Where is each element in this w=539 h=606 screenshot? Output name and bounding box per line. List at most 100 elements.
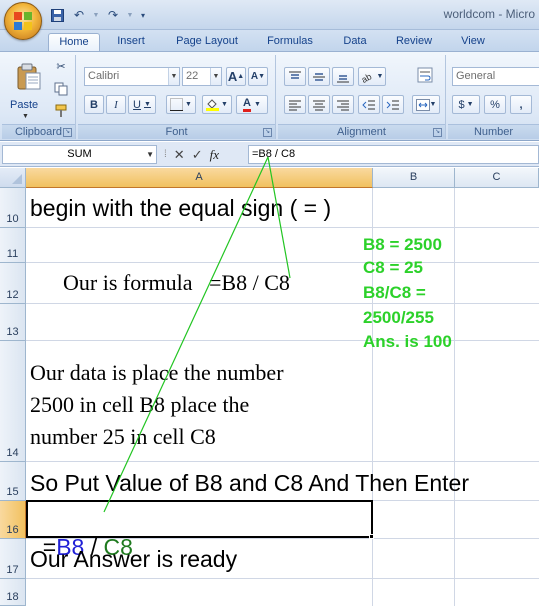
borders-icon (170, 98, 184, 111)
save-icon[interactable] (48, 7, 66, 23)
row-header-10[interactable]: 10 (0, 188, 26, 228)
column-header-a[interactable]: A (26, 168, 373, 188)
orientation-icon[interactable]: ab ▼ (358, 67, 386, 86)
name-box[interactable]: SUM ▼ (2, 145, 157, 164)
grid-line (26, 578, 539, 579)
clipboard-launcher-icon[interactable]: ↘ (63, 128, 72, 137)
column-header-b[interactable]: B (373, 168, 455, 188)
underline-button[interactable]: U ▼ (128, 95, 156, 114)
currency-button[interactable]: $ ▼ (452, 95, 480, 114)
tab-review[interactable]: Review (390, 33, 438, 51)
percent-button[interactable]: % (484, 95, 506, 114)
borders-button[interactable]: ▼ (166, 95, 196, 114)
align-center-icon[interactable] (308, 95, 330, 114)
cell-a14-line: 2500 in cell B8 place the (30, 392, 250, 417)
number-format-combo[interactable]: General (452, 67, 539, 86)
alignment-group-label: Alignment (278, 124, 445, 139)
grow-font-button[interactable]: A ▲ (226, 67, 246, 86)
shrink-font-button[interactable]: A ▼ (248, 67, 268, 86)
enter-icon[interactable]: ✓ (192, 147, 203, 163)
column-header-c[interactable]: C (455, 168, 539, 188)
row-header-18[interactable]: 18 (0, 579, 26, 606)
font-launcher-icon[interactable]: ↘ (263, 128, 272, 137)
office-button[interactable] (4, 2, 42, 40)
annotation-line: B8/C8 = (363, 283, 426, 302)
cell-a12[interactable]: Our is formula =B8 / C8 (63, 270, 290, 296)
cell-a14[interactable]: Our data is place the number 2500 in cel… (30, 357, 284, 453)
annotation-line: 2500/255 (363, 308, 434, 327)
tab-view[interactable]: View (454, 33, 492, 51)
fill-handle[interactable] (369, 534, 374, 539)
row-header-16[interactable]: 16 (0, 501, 26, 539)
ribbon-tabs: Home Insert Page Layout Formulas Data Re… (0, 30, 539, 51)
formula-input[interactable]: =B8 / C8 (248, 145, 539, 164)
comma-button[interactable]: , (510, 95, 532, 114)
fill-color-icon (206, 99, 220, 111)
number-group-label: Number (448, 124, 539, 139)
alignment-launcher-icon[interactable]: ↘ (433, 128, 442, 137)
row-header-13[interactable]: 13 (0, 304, 26, 341)
paste-label: Paste (10, 99, 39, 111)
clipboard-group: Paste ▼ ✂ Clipboard ↘ (2, 55, 76, 139)
font-size-combo[interactable]: 22 ▼ (182, 67, 222, 86)
font-group-label: Font (78, 124, 275, 139)
cell-a15[interactable]: So Put Value of B8 and C8 And Then Enter (30, 470, 469, 497)
row-header-11[interactable]: 11 (0, 228, 26, 263)
paste-dropdown-icon: ▼ (22, 113, 29, 120)
fill-color-button[interactable]: ▼ (202, 95, 232, 114)
cancel-icon[interactable]: ✕ (174, 147, 185, 163)
paste-icon (17, 63, 41, 90)
grid-line (26, 340, 539, 341)
chevron-down-icon: ▼ (168, 68, 179, 85)
cell-a17[interactable]: Our Answer is ready (30, 546, 237, 573)
customize-qat-icon[interactable]: ▾ (138, 7, 148, 23)
annotation-line: Ans. is 100 (363, 332, 452, 351)
tab-insert[interactable]: Insert (108, 33, 154, 51)
row-header-17[interactable]: 17 (0, 539, 26, 579)
italic-button[interactable]: I (106, 95, 126, 114)
increase-indent-icon[interactable] (382, 95, 404, 114)
merge-center-icon[interactable]: ▼ (412, 95, 440, 114)
svg-text:ab: ab (361, 71, 373, 83)
middle-align-icon[interactable] (308, 67, 330, 86)
ribbon: Paste ▼ ✂ Clipboard ↘ Calibri ▼ 22 ▼ A ▲ A ▼… (0, 51, 539, 141)
tab-page-layout[interactable]: Page Layout (170, 33, 244, 51)
grid-line (26, 262, 539, 263)
top-align-icon[interactable] (284, 67, 306, 86)
wrap-text-icon[interactable] (412, 63, 438, 87)
align-right-icon[interactable] (332, 95, 354, 114)
redo-dropdown-icon[interactable]: ▼ (126, 7, 134, 23)
copy-icon[interactable] (50, 79, 72, 98)
number-group: General $ ▼ % , Number (448, 55, 539, 139)
bottom-align-icon[interactable] (332, 67, 354, 86)
undo-dropdown-icon[interactable]: ▼ (92, 7, 100, 23)
grid-line (26, 303, 539, 304)
tab-data[interactable]: Data (336, 33, 374, 51)
cell-a14-line: number 25 in cell C8 (30, 424, 216, 449)
row-header-14[interactable]: 14 (0, 341, 26, 462)
font-group: Calibri ▼ 22 ▼ A ▲ A ▼ B I U ▼ ▼ ▼ A ▼ Font ↘ (78, 55, 276, 139)
paste-button[interactable]: Paste ▼ (4, 57, 50, 123)
redo-icon[interactable]: ↷ (104, 7, 122, 23)
cell-a10[interactable]: begin with the equal sign ( = ) (30, 195, 331, 222)
align-left-icon[interactable] (284, 95, 306, 114)
font-name-combo[interactable]: Calibri ▼ (84, 67, 180, 86)
grid-line (454, 188, 455, 606)
title-bar: ↶ ▼ ↷ ▼ ▾ worldcom - Micro (0, 0, 539, 30)
tab-formulas[interactable]: Formulas (260, 33, 320, 51)
row-header-12[interactable]: 12 (0, 263, 26, 304)
bold-button[interactable]: B (84, 95, 104, 114)
font-color-button[interactable]: A ▼ (236, 95, 268, 114)
insert-function-icon[interactable]: fx (210, 147, 219, 163)
undo-icon[interactable]: ↶ (70, 7, 88, 23)
cut-icon[interactable]: ✂ (50, 57, 72, 76)
chevron-down-icon: ▼ (210, 68, 221, 85)
formula-bar: SUM ▼ ⁞ ✕ ✓ fx =B8 / C8 (0, 142, 539, 167)
grid-line (26, 227, 539, 228)
decrease-indent-icon[interactable] (358, 95, 380, 114)
alignment-group: ab ▼ ▼ Alignment ↘ (278, 55, 446, 139)
format-painter-icon[interactable] (50, 101, 72, 120)
row-header-15[interactable]: 15 (0, 462, 26, 501)
select-all-button[interactable] (0, 168, 26, 188)
tab-home[interactable]: Home (48, 33, 100, 51)
